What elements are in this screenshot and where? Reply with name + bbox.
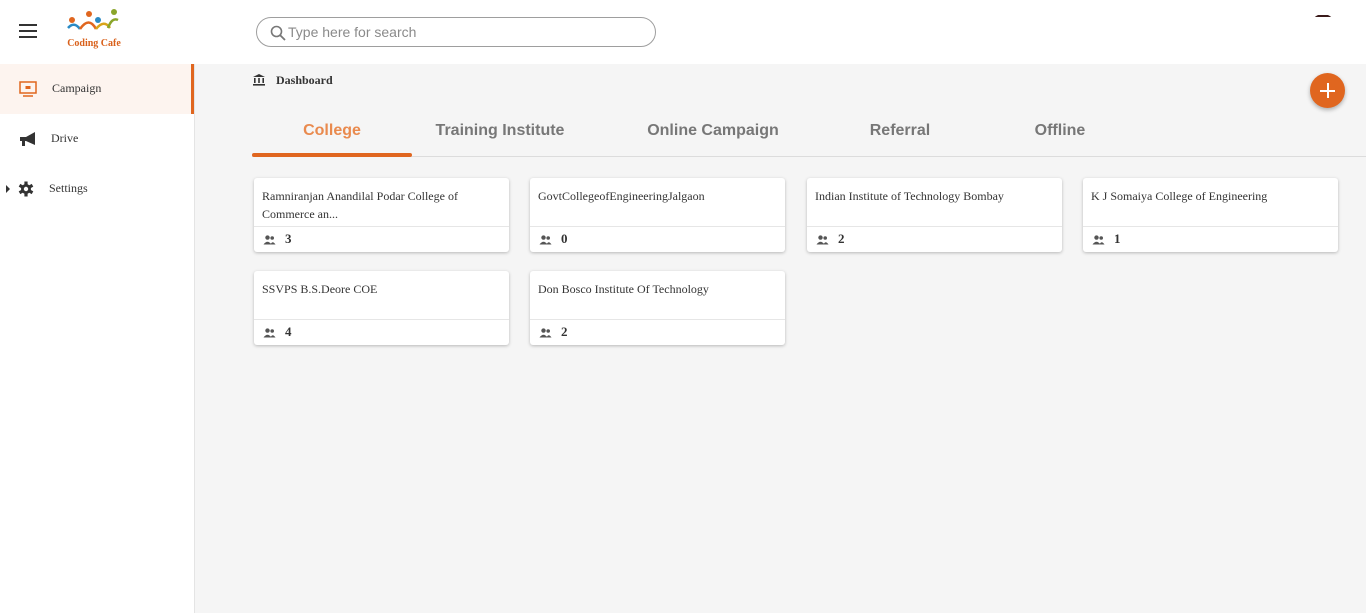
tab-college[interactable]: College bbox=[252, 108, 412, 157]
card-divider bbox=[807, 226, 1062, 227]
tab-referral[interactable]: Referral bbox=[820, 108, 980, 156]
tab-bar: College Training Institute Online Campai… bbox=[252, 108, 1366, 157]
college-card[interactable]: K J Somaiya College of Engineering 1 bbox=[1083, 178, 1338, 252]
college-card[interactable]: Ramniranjan Anandilal Podar College of C… bbox=[254, 178, 509, 252]
gear-icon bbox=[18, 181, 34, 197]
search-box[interactable] bbox=[256, 17, 656, 47]
member-count: 4 bbox=[285, 324, 292, 339]
card-divider bbox=[254, 319, 509, 320]
brand-name: Coding Cafe bbox=[67, 38, 121, 49]
sidebar-item-label: Campaign bbox=[52, 81, 102, 95]
tab-offline[interactable]: Offline bbox=[980, 108, 1140, 156]
card-title: SSVPS B.S.Deore COE bbox=[262, 282, 378, 296]
college-card[interactable]: Don Bosco Institute Of Technology 2 bbox=[530, 271, 785, 345]
card-title: Ramniranjan Anandilal Podar College of C… bbox=[262, 189, 458, 221]
monitor-icon bbox=[19, 81, 37, 97]
card-title: Indian Institute of Technology Bombay bbox=[815, 189, 1004, 203]
member-count: 2 bbox=[561, 324, 568, 339]
people-icon bbox=[539, 235, 552, 245]
member-count: 2 bbox=[838, 231, 845, 246]
member-count: 3 bbox=[285, 231, 292, 246]
card-title: K J Somaiya College of Engineering bbox=[1091, 189, 1268, 203]
sidebar-item-label: Drive bbox=[51, 131, 79, 145]
sidebar: Campaign Drive Settings bbox=[0, 64, 195, 613]
tab-online-campaign[interactable]: Online Campaign bbox=[633, 108, 793, 156]
card-title: GovtCollegeofEngineeringJalgaon bbox=[538, 189, 705, 203]
main-content: Dashboard College Training Institute Onl… bbox=[195, 64, 1366, 613]
member-count: 1 bbox=[1114, 231, 1121, 246]
sidebar-item-campaign[interactable]: Campaign bbox=[0, 64, 194, 114]
sidebar-item-drive[interactable]: Drive bbox=[0, 114, 194, 164]
member-count: 0 bbox=[561, 231, 568, 246]
people-icon bbox=[816, 235, 829, 245]
college-card[interactable]: Indian Institute of Technology Bombay 2 bbox=[807, 178, 1062, 252]
card-divider bbox=[530, 226, 785, 227]
card-divider bbox=[254, 226, 509, 227]
tab-training-institute[interactable]: Training Institute bbox=[420, 108, 580, 156]
sidebar-item-settings[interactable]: Settings bbox=[0, 164, 194, 214]
megaphone-icon bbox=[20, 132, 35, 146]
bank-icon bbox=[253, 74, 265, 86]
college-card[interactable]: GovtCollegeofEngineeringJalgaon 0 bbox=[530, 178, 785, 252]
college-card[interactable]: SSVPS B.S.Deore COE 4 bbox=[254, 271, 509, 345]
search-input[interactable] bbox=[288, 22, 638, 42]
expand-caret-icon[interactable] bbox=[6, 185, 10, 193]
people-icon bbox=[263, 328, 276, 338]
avatar[interactable] bbox=[1310, 14, 1336, 40]
search-icon bbox=[270, 25, 286, 41]
brand-logo[interactable]: Coding Cafe bbox=[62, 8, 126, 52]
top-bar: Coding Cafe bbox=[0, 0, 1366, 64]
people-icon bbox=[539, 328, 552, 338]
add-button[interactable] bbox=[1310, 73, 1345, 108]
card-divider bbox=[530, 319, 785, 320]
menu-icon[interactable] bbox=[19, 24, 37, 38]
card-divider bbox=[1083, 226, 1338, 227]
people-icon bbox=[263, 235, 276, 245]
sidebar-item-label: Settings bbox=[49, 181, 88, 195]
card-title: Don Bosco Institute Of Technology bbox=[538, 282, 709, 296]
logo-graphic bbox=[67, 9, 119, 30]
breadcrumb[interactable]: Dashboard bbox=[276, 73, 333, 88]
people-icon bbox=[1092, 235, 1105, 245]
